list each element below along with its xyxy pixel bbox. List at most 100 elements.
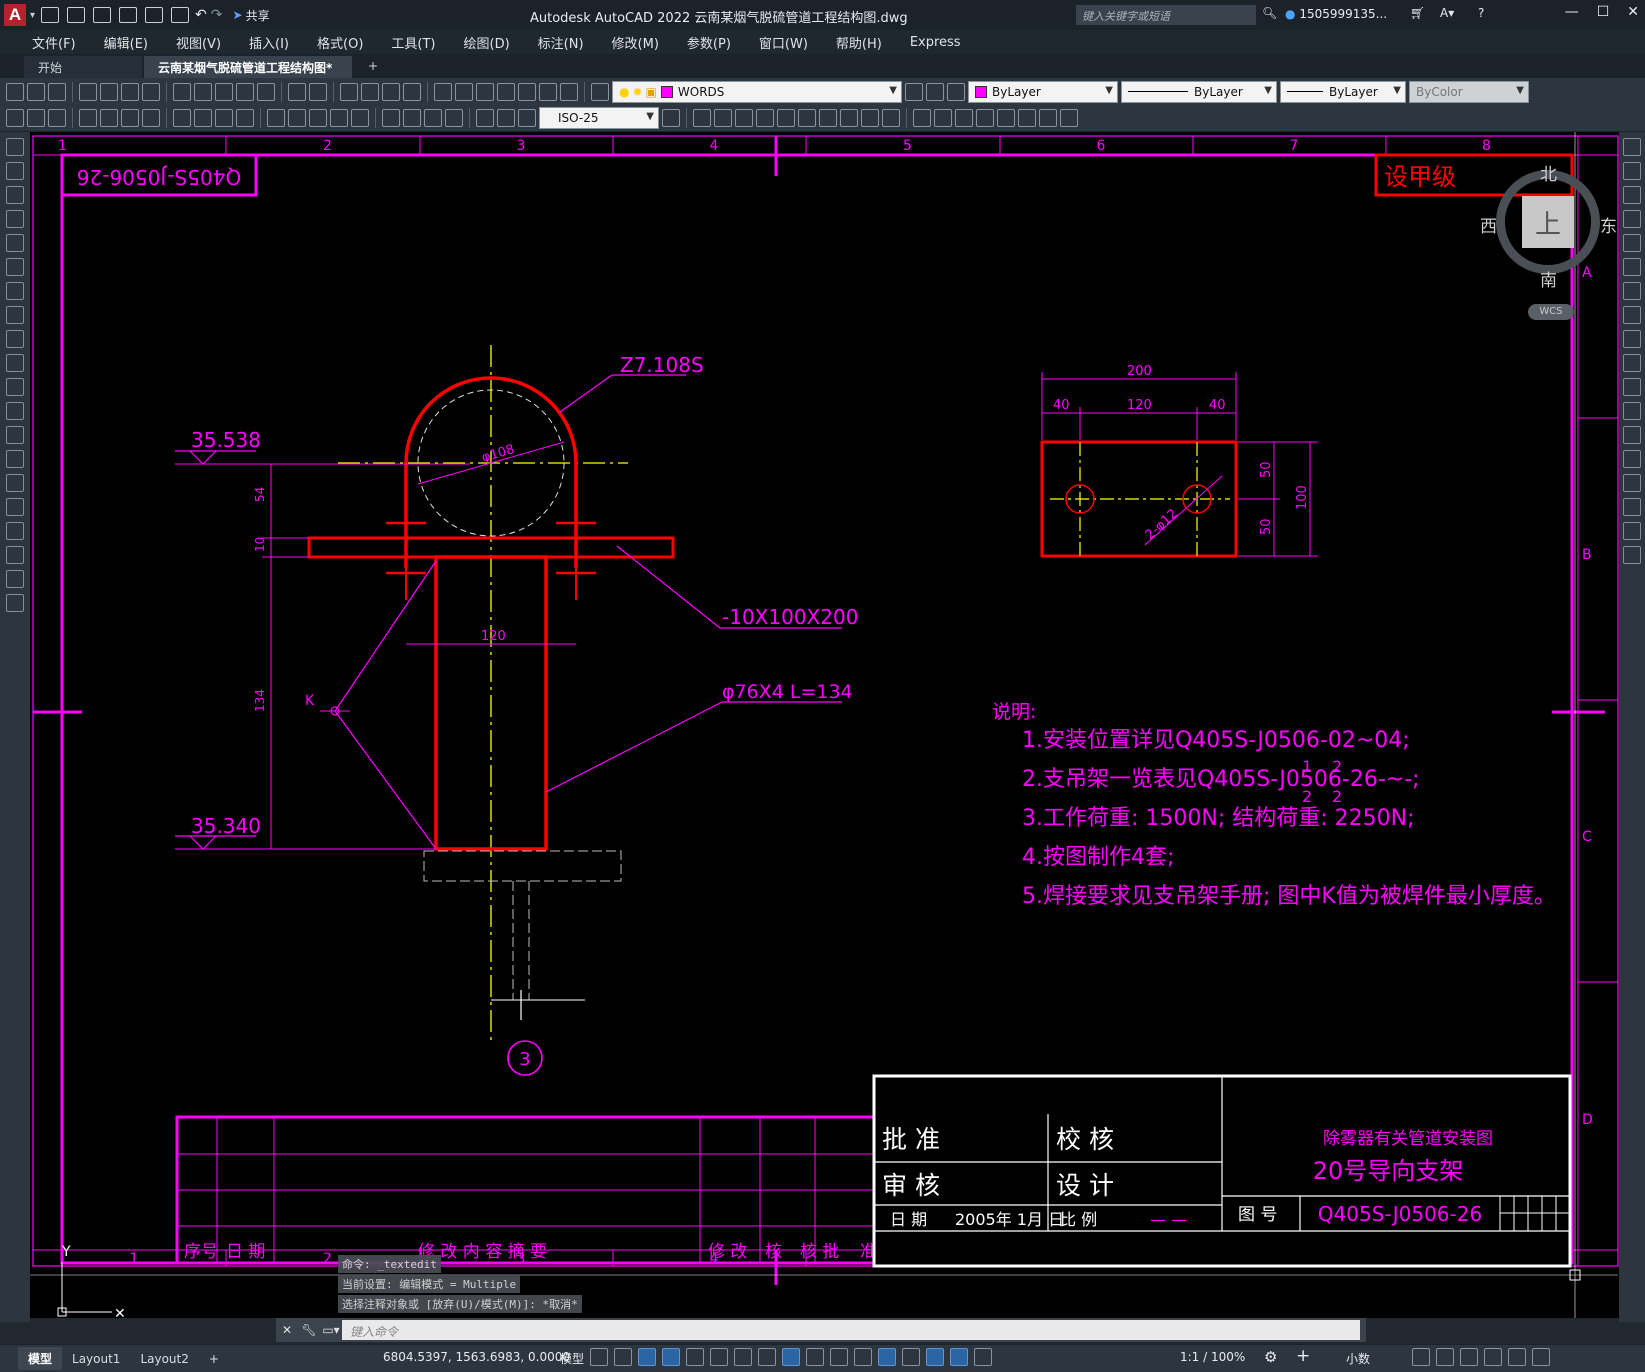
cut-icon[interactable]: [173, 82, 191, 101]
menu-item-1[interactable]: 编辑(E): [90, 33, 162, 52]
aligned-dim-icon[interactable]: [100, 108, 118, 127]
layer-dropdown[interactable]: ● ✹ ▣ WORDS ▼: [612, 80, 902, 103]
erase-icon[interactable]: [1623, 138, 1641, 156]
layer-properties-icon[interactable]: [591, 82, 609, 101]
tab-layout2[interactable]: Layout2: [130, 1349, 198, 1369]
scale-icon[interactable]: [1623, 306, 1641, 324]
fly-icon[interactable]: [1039, 108, 1057, 127]
camera-icon[interactable]: [997, 108, 1015, 127]
menu-item-8[interactable]: 修改(M): [598, 33, 673, 52]
wcs-dropdown[interactable]: WCS: [1528, 304, 1574, 320]
snap-icon[interactable]: [614, 1348, 632, 1366]
transparency-icon[interactable]: [806, 1348, 824, 1366]
walk-icon[interactable]: [1018, 108, 1036, 127]
gear-icon[interactable]: ⚙: [1264, 1348, 1277, 1366]
extrude-icon[interactable]: [777, 108, 795, 127]
close-icon[interactable]: ✕: [1627, 4, 1639, 20]
dim-style-icon[interactable]: [662, 108, 680, 127]
properties-icon[interactable]: [434, 82, 452, 101]
share-button[interactable]: ➤ 共享: [233, 7, 270, 24]
presspull-icon[interactable]: [861, 108, 879, 127]
search-icon[interactable]: 🔍︎: [1262, 6, 1277, 20]
break-at-point-icon[interactable]: [1623, 402, 1641, 420]
paste-icon[interactable]: [215, 82, 233, 101]
menu-item-7[interactable]: 标注(N): [524, 33, 598, 52]
model-space-button[interactable]: 模型: [560, 1350, 584, 1367]
tolerance-icon[interactable]: [382, 108, 400, 127]
calculator-icon[interactable]: [539, 82, 557, 101]
markup-icon[interactable]: [518, 82, 536, 101]
customization-icon[interactable]: [1532, 1348, 1550, 1366]
viewcube-top-face[interactable]: 上: [1522, 196, 1574, 248]
3d-dwf-icon[interactable]: [142, 82, 160, 101]
materials-icon[interactable]: [955, 108, 973, 127]
polyline-icon[interactable]: [6, 186, 24, 204]
lights-icon[interactable]: [976, 108, 994, 127]
ordinate-icon[interactable]: [142, 108, 160, 127]
ellipse-icon[interactable]: [6, 354, 24, 372]
loft-icon[interactable]: [840, 108, 858, 127]
tool-palettes-icon[interactable]: [476, 82, 494, 101]
copy-icon[interactable]: [1623, 162, 1641, 180]
ellipse-arc-icon[interactable]: [6, 378, 24, 396]
sheet-set-icon[interactable]: [497, 82, 515, 101]
block-editor-icon[interactable]: [257, 82, 275, 101]
help-icon[interactable]: ?: [1478, 6, 1484, 20]
angular-icon[interactable]: [236, 108, 254, 127]
menu-item-4[interactable]: 格式(O): [303, 33, 377, 52]
text-icon[interactable]: [6, 570, 24, 588]
polar-icon[interactable]: [686, 1348, 704, 1366]
chevron-down-icon[interactable]: ▾: [30, 10, 35, 21]
quick-dim-icon[interactable]: [267, 108, 285, 127]
linear-dim-icon[interactable]: [79, 108, 97, 127]
circle-icon[interactable]: [6, 282, 24, 300]
new-tab-button[interactable]: +: [354, 56, 392, 78]
tab-drawing[interactable]: 云南某烟气脱硫管道工程结构图*: [144, 56, 352, 78]
3d-osnap-icon[interactable]: [854, 1348, 872, 1366]
insert-block-icon[interactable]: [6, 108, 24, 127]
infer-constraints-icon[interactable]: [638, 1348, 656, 1366]
explode-icon[interactable]: [1623, 546, 1641, 564]
layer-state-icon[interactable]: [947, 82, 965, 101]
offset-icon[interactable]: [1623, 210, 1641, 228]
drawing-canvas[interactable]: 1122334455667788ABCD Q405S-J0506-26 设甲级: [30, 132, 1619, 1318]
coordinate-readout[interactable]: 6804.5397, 1563.6983, 0.0000: [383, 1350, 570, 1364]
preview-icon[interactable]: [100, 82, 118, 101]
make-block-icon[interactable]: [27, 108, 45, 127]
slice-icon[interactable]: [882, 108, 900, 127]
line-icon[interactable]: [6, 138, 24, 156]
diameter-icon[interactable]: [215, 108, 233, 127]
intersect-icon[interactable]: [756, 108, 774, 127]
tab-model[interactable]: 模型: [18, 1347, 63, 1370]
copy-icon[interactable]: [194, 82, 212, 101]
blend-icon[interactable]: [1623, 522, 1641, 540]
design-center-icon[interactable]: [455, 82, 473, 101]
render-icon[interactable]: [934, 108, 952, 127]
hardware-acceleration-icon[interactable]: [1484, 1348, 1502, 1366]
menu-item-11[interactable]: 帮助(H): [822, 33, 896, 52]
plotstyle-dropdown[interactable]: ByColor ▼: [1409, 80, 1529, 103]
match-properties-icon[interactable]: [236, 82, 254, 101]
pan-icon[interactable]: [340, 82, 358, 101]
dim-space-icon[interactable]: [330, 108, 348, 127]
undo-icon[interactable]: [288, 82, 306, 101]
region-icon[interactable]: [6, 522, 24, 540]
isodraft-icon[interactable]: [710, 1348, 728, 1366]
save-icon[interactable]: [93, 7, 112, 23]
jogged-icon[interactable]: [194, 108, 212, 127]
viewcube-east[interactable]: 东: [1600, 212, 1617, 237]
new-icon[interactable]: [6, 82, 24, 101]
plus-icon[interactable]: +: [1296, 1346, 1310, 1366]
linetype-dropdown[interactable]: ByLayer ▼: [1121, 80, 1277, 103]
arc-icon[interactable]: [6, 258, 24, 276]
menu-item-5[interactable]: 工具(T): [377, 33, 449, 52]
gradient-icon[interactable]: [6, 498, 24, 516]
tab-layout1[interactable]: Layout1: [62, 1349, 130, 1369]
break-icon[interactable]: [1623, 426, 1641, 444]
undo-icon[interactable]: ↶: [195, 7, 207, 23]
zoom-previous-icon[interactable]: [403, 82, 421, 101]
center-mark-icon[interactable]: [403, 108, 421, 127]
object-snap-tracking-icon[interactable]: [734, 1348, 752, 1366]
viewcube[interactable]: 上 北 南 东 西 WCS: [1468, 148, 1618, 320]
menu-item-10[interactable]: 窗口(W): [745, 33, 822, 52]
